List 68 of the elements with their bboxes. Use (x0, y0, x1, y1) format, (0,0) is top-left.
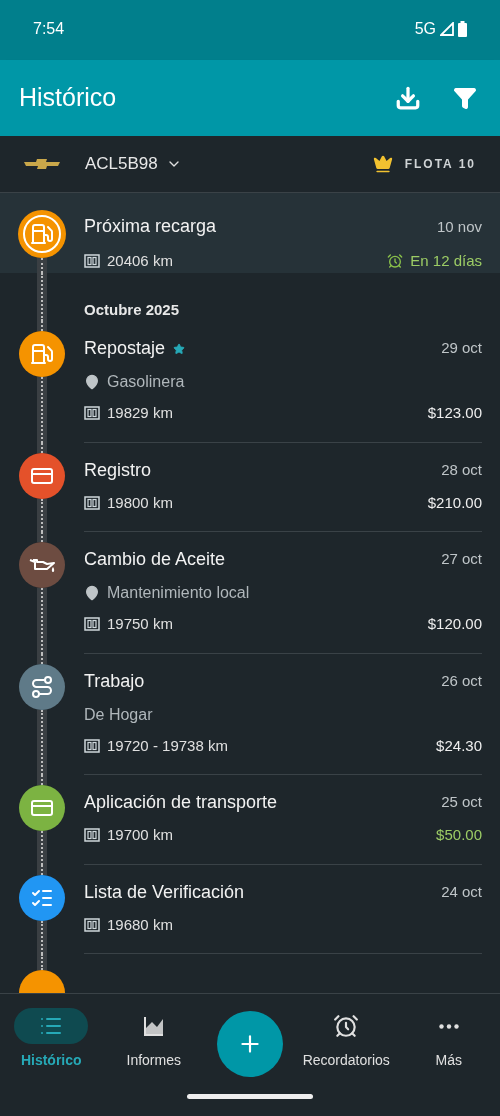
odometer-reading: 19750 km (107, 614, 173, 634)
entry-note: De Hogar (84, 704, 154, 725)
entry-amount: $24.30 (436, 735, 482, 756)
vehicle-selector[interactable]: ACL5B98 (85, 151, 182, 177)
signal-icon (440, 22, 454, 36)
location-pin-icon (84, 374, 100, 390)
area-chart-icon (141, 1014, 166, 1038)
fuel-pump-icon (30, 222, 54, 246)
odometer-reading: 19720 - 19738 km (107, 735, 228, 756)
entry-title: Registro (84, 458, 152, 482)
reminder-due: En 12 días (410, 251, 482, 271)
odometer-reading: 19700 km (107, 825, 173, 845)
entry-amount: $123.00 (427, 403, 482, 423)
alarm-clock-icon (333, 1013, 360, 1039)
upcoming-card[interactable]: Próxima recarga 10 nov 20406 km En 12 días (0, 193, 500, 273)
entry-title: Aplicación de transporte (84, 791, 278, 814)
nav-tab[interactable]: Informes (102, 994, 205, 1071)
odometer-reading: 19800 km (107, 492, 173, 513)
history-entry[interactable]: Aplicación de transporte 25 oct 19700 km $50.00 (0, 775, 500, 865)
app-title: Histórico (19, 82, 118, 114)
entry-date: 25 oct (441, 792, 482, 813)
odometer-reading: 19680 km (107, 914, 173, 935)
battery-icon (458, 21, 467, 37)
crown-icon (372, 154, 393, 174)
nav-tab[interactable]: Recordatorios (295, 994, 398, 1071)
odometer-icon (84, 617, 100, 632)
odometer-icon (84, 917, 100, 932)
odometer-icon (84, 495, 100, 510)
entry-date: 10 nov (436, 217, 482, 237)
history-entry[interactable]: Trabajo 26 oct De Hogar 19720 - 19738 km $24.30 (0, 653, 500, 775)
more-icon (438, 1023, 459, 1029)
entry-amount: $120.00 (427, 614, 482, 634)
entry-place: Mantenimiento local (107, 583, 250, 603)
nav-tab[interactable]: Más (397, 994, 500, 1071)
entry-amount: $210.00 (427, 492, 482, 513)
entry-title: Próxima recarga (84, 215, 217, 238)
nav-tab[interactable]: Histórico (0, 994, 103, 1071)
entry-title: Repostaje (84, 337, 166, 360)
history-entry[interactable]: Repostaje 29 oct Gasolinera 19829 km $123.00 (0, 321, 500, 443)
entry-date: 28 oct (441, 459, 482, 480)
entry-title: Cambio de Aceite (84, 548, 226, 571)
entry-date: 27 oct (441, 549, 482, 570)
month-heading: Octubre 2025 (84, 299, 180, 320)
entry-date: 26 oct (441, 670, 482, 691)
odometer-icon (84, 406, 100, 421)
clock-time: 7:54 (33, 19, 65, 39)
location-pin-icon (84, 585, 100, 601)
odometer-reading: 20406 km (107, 251, 173, 271)
odometer-icon (84, 254, 100, 269)
bowtie-logo (24, 159, 60, 169)
history-entry[interactable]: Lista de Verificación 24 oct 19680 km (0, 864, 500, 954)
plan-label: FLOTA 10 (404, 156, 476, 173)
odometer-reading: 19829 km (107, 403, 173, 423)
odometer-icon (84, 738, 100, 753)
entry-title: Lista de Verificación (84, 880, 245, 904)
entry-amount: $50.00 (436, 825, 482, 845)
alarm-clock-icon (387, 253, 404, 270)
entry-date: 24 oct (441, 881, 482, 902)
fuel-pump-icon (30, 342, 54, 366)
history-entry[interactable]: Registro 28 oct 19800 km $210.00 (0, 442, 500, 532)
history-entry[interactable]: Cambio de Aceite 27 oct Mantenimiento local 19750 km $120.00 (0, 532, 500, 654)
entry-date: 29 oct (441, 338, 482, 359)
entry-place: Gasolinera (107, 372, 185, 392)
oil-can-icon (28, 556, 56, 574)
odometer-icon (84, 828, 100, 843)
entry-title: Trabajo (84, 669, 145, 693)
network-type: 5G (414, 19, 436, 39)
route-icon (30, 674, 54, 699)
